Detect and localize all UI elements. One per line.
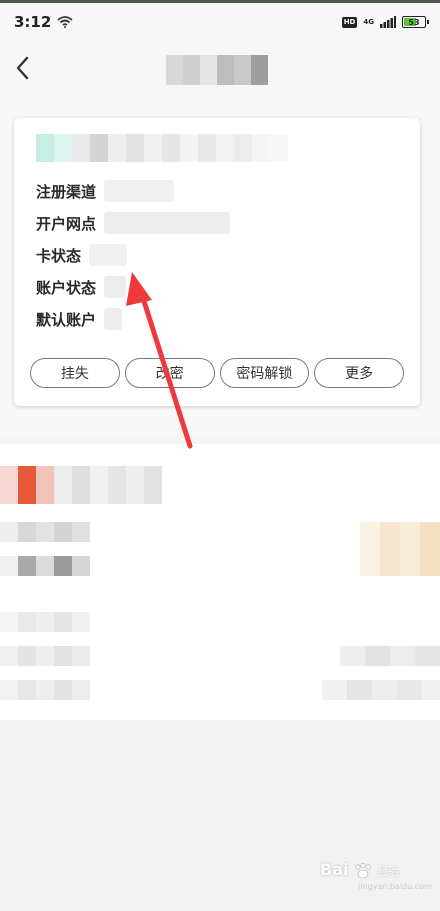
info-row-channel: 注册渠道 [36,179,175,203]
account-details-section [0,444,440,720]
info-label: 卡状态 [36,246,82,265]
wifi-icon [57,16,73,28]
detail-text-redacted [0,522,90,542]
detail-text-redacted [0,556,90,576]
battery-percent: 53 [408,17,420,27]
status-time: 3:12 [14,13,52,31]
info-label: 注册渠道 [36,182,97,201]
info-label: 开户网点 [36,214,97,233]
status-indicators: HD 4G 53 [341,16,429,28]
value-redacted [104,276,127,298]
report-loss-button[interactable]: 挂失 [30,358,120,388]
back-icon[interactable] [10,53,40,83]
info-row-branch: 开户网点 [36,211,231,235]
value-redacted [104,212,231,234]
watermark-suffix: 经验 [377,865,400,878]
nav-bar [0,41,440,97]
hd-badge: HD [341,16,358,28]
card-info-panel: 注册渠道 开户网点 卡状态 账户状态 默认账户 挂失 改密 密码解锁 更多 [14,118,420,406]
detail-text-redacted [0,680,90,700]
value-redacted [104,308,123,330]
thumbnail-redacted [360,522,440,576]
change-password-button[interactable]: 改密 [124,358,215,388]
battery-icon: 53 [402,16,429,28]
info-label: 账户状态 [36,278,97,297]
unlock-password-button[interactable]: 密码解锁 [219,358,310,388]
watermark-url: jingyan.baidu.com [358,882,432,891]
value-redacted [104,180,175,202]
watermark-text: Bai [320,860,349,879]
signal-icon [380,16,396,28]
status-bar: 3:12 HD 4G 53 [0,3,440,41]
card-actions: 挂失 改密 密码解锁 更多 [30,358,404,388]
network-type: 4G [363,18,374,26]
info-label: 默认账户 [36,310,97,329]
baidu-watermark: Bai 经验 [320,860,400,879]
amount-redacted [322,680,440,700]
detail-text-redacted [0,612,90,632]
section-title-redacted [0,466,162,504]
info-row-default-account: 默认账户 [36,307,123,331]
detail-text-redacted [0,646,90,666]
info-row-card-status: 卡状态 [36,243,128,267]
value-redacted [89,244,128,266]
page-title-redacted [166,55,270,85]
card-number-redacted [36,134,288,162]
paw-icon [355,862,371,878]
amount-redacted [340,646,440,666]
more-button[interactable]: 更多 [314,358,404,388]
info-row-account-status: 账户状态 [36,275,127,299]
